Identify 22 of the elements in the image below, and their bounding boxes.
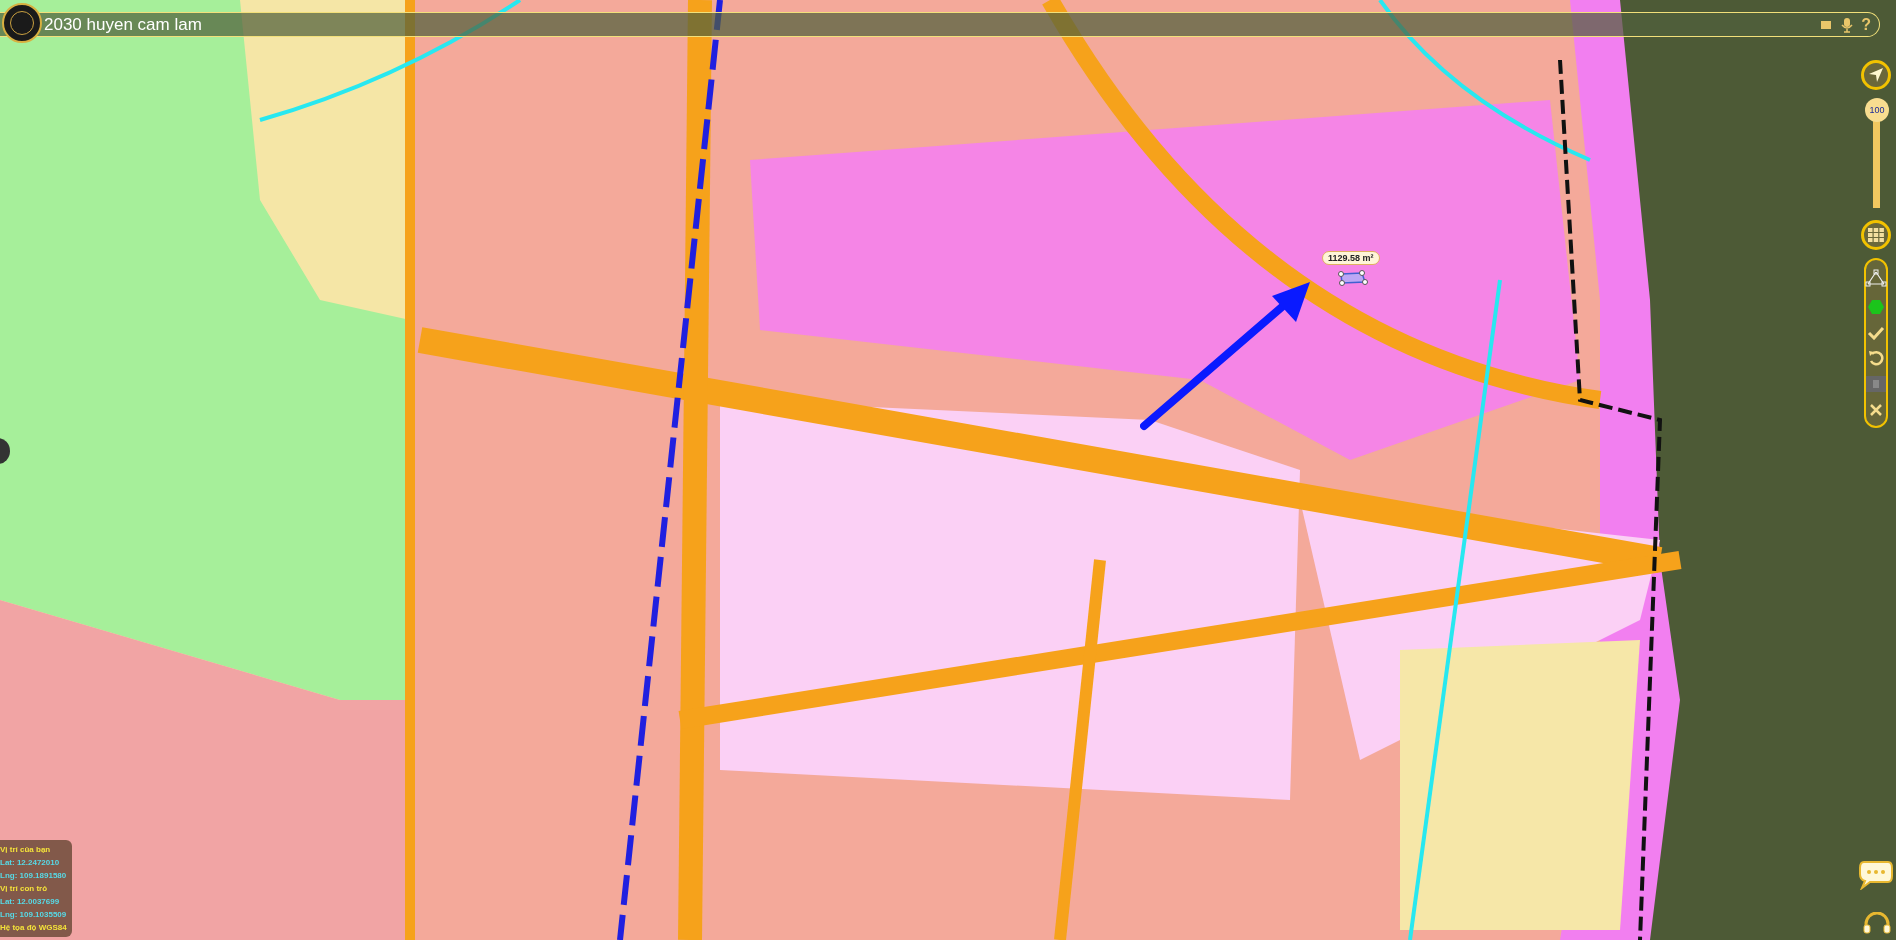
measured-polygon-icon xyxy=(1338,270,1368,286)
map-title: 2030 huyen cam lam xyxy=(44,14,202,35)
coordinate-text: Lat: 12.2472010 xyxy=(0,857,61,869)
grid-icon xyxy=(1867,227,1885,243)
coordinate-text: Lng: 109.1891580 xyxy=(0,870,68,882)
close-icon[interactable] xyxy=(1869,402,1883,417)
coordinate-text: Lat: 12.0037699 xyxy=(0,896,61,908)
coordinate-text: Lng: 109.1035509 xyxy=(0,909,68,921)
hexagon-icon[interactable] xyxy=(1867,299,1885,316)
coordinate-text: Hệ tọa độ WGS84 xyxy=(0,922,68,934)
headset-icon[interactable] xyxy=(1862,912,1892,934)
help-button[interactable]: ? xyxy=(1861,15,1871,34)
undo-icon[interactable] xyxy=(1868,350,1884,367)
coordinate-text: Vị trí của bạn xyxy=(0,844,52,856)
zoom-slider[interactable]: 100 xyxy=(1865,98,1887,213)
polygon-nodes-icon[interactable] xyxy=(1865,269,1887,290)
microphone-icon[interactable] xyxy=(1841,16,1854,33)
navigation-arrow-icon xyxy=(1867,66,1885,84)
checkmark-icon[interactable] xyxy=(1867,325,1885,340)
coordinate-text: Vị trí con trỏ xyxy=(0,883,49,895)
chat-bubble-icon[interactable] xyxy=(1858,860,1894,890)
area-measurement-label: 1129.58 m² xyxy=(1322,251,1380,265)
